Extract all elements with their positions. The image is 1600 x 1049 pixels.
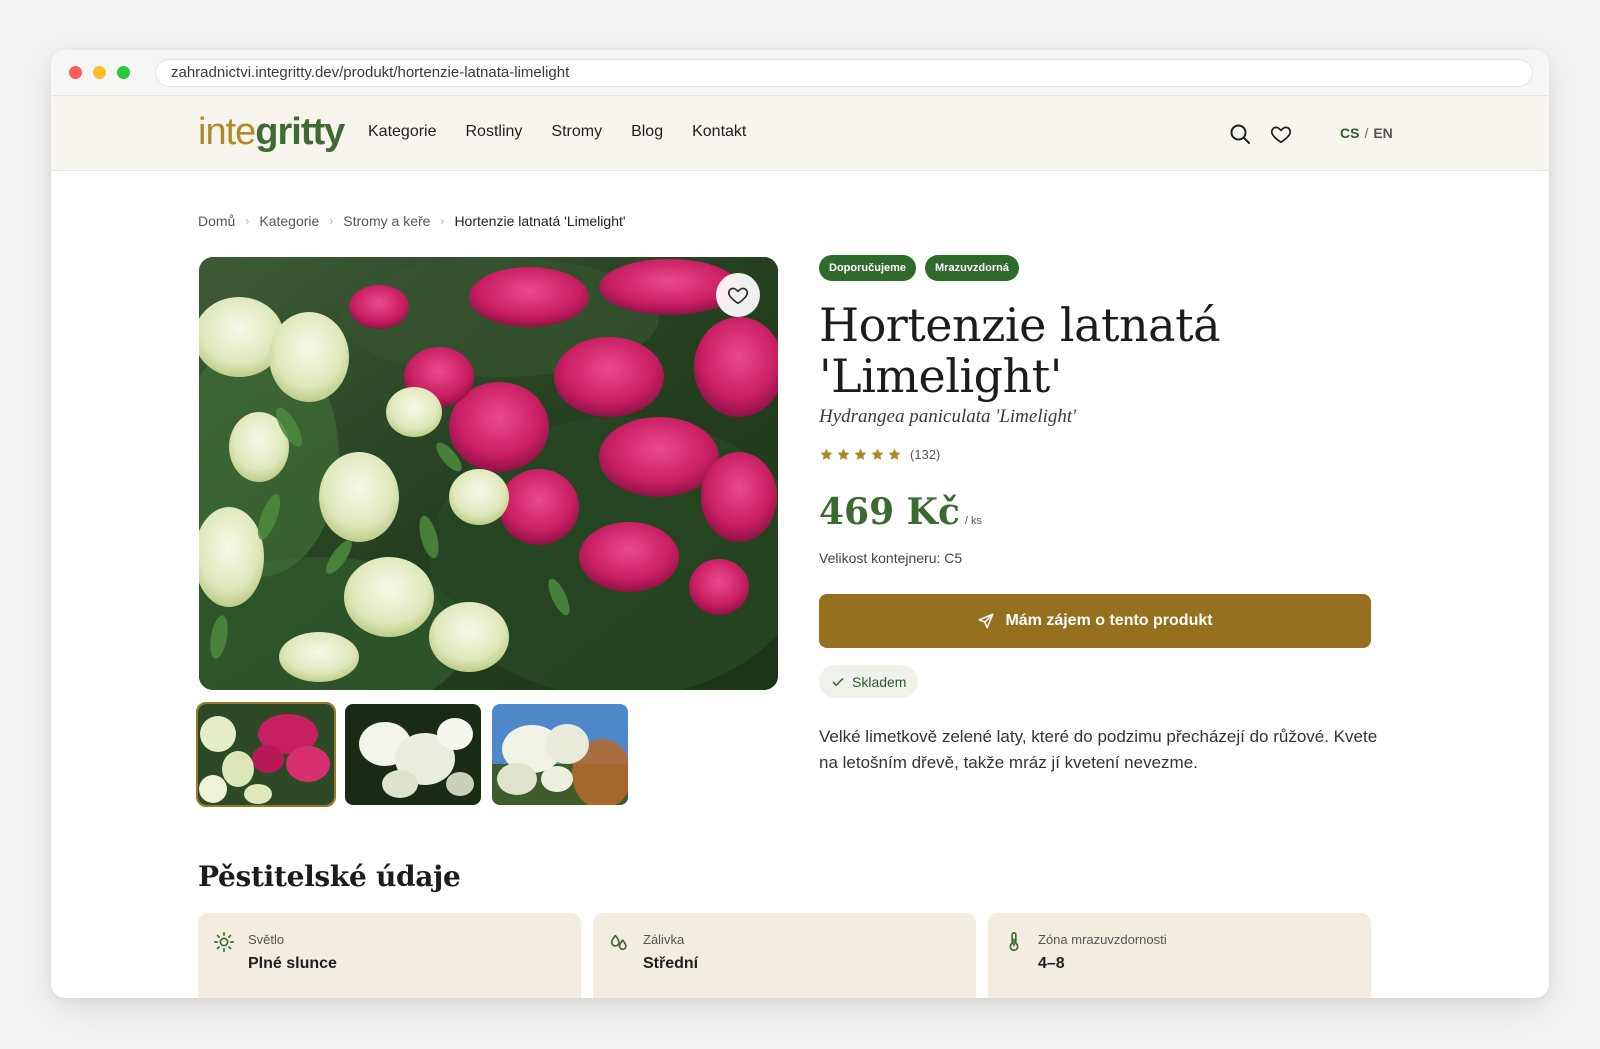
inquiry-button[interactable]: Mám zájem o tento produkt xyxy=(819,594,1371,648)
info-card-light: Světlo Plné slunce xyxy=(198,913,581,998)
price-unit: / ks xyxy=(964,515,983,527)
chevron-right-icon: › xyxy=(245,214,250,228)
badge-recommended: Doporučujeme xyxy=(819,255,917,281)
star-icon xyxy=(888,448,901,460)
thumbnail-3[interactable] xyxy=(492,704,628,805)
growing-info-title: Pěstitelské údaje xyxy=(198,860,461,893)
rating-stars xyxy=(819,447,902,462)
product-main-image[interactable] xyxy=(199,257,778,690)
heart-icon[interactable] xyxy=(1270,123,1292,145)
info-card-label: Světlo xyxy=(248,932,285,947)
heart-icon xyxy=(727,287,749,305)
breadcrumb: Domů › Kategorie › Stromy a keře › Horte… xyxy=(198,213,626,229)
info-card-value: Plné slunce xyxy=(248,955,337,972)
chevron-right-icon: › xyxy=(440,214,445,228)
stock-status-label: Skladem xyxy=(852,673,907,690)
maximize-window-button[interactable] xyxy=(117,66,130,79)
minimize-window-button[interactable] xyxy=(93,66,106,79)
browser-window: zahradnictvi.integritty.dev/produkt/hort… xyxy=(51,50,1549,998)
info-card-label: Zóna mrazuvzdornosti xyxy=(1038,932,1167,947)
product-price: 469 Kč / ks xyxy=(819,491,982,533)
breadcrumb-kategorie[interactable]: Kategorie xyxy=(259,213,319,229)
add-to-favorites-button[interactable] xyxy=(716,273,760,317)
product-description: Velké limetkově zelené laty, které do po… xyxy=(819,727,1378,772)
nav-kategorie[interactable]: Kategorie xyxy=(368,122,437,142)
product-badges: Doporučujeme Mrazuvzdorná xyxy=(819,255,1019,281)
browser-chrome: zahradnictvi.integritty.dev/produkt/hort… xyxy=(51,50,1549,96)
badge-frost-resistant: Mrazuvzdorná xyxy=(925,255,1019,281)
breadcrumb-current: Hortenzie latnatá 'Limelight' xyxy=(454,213,626,229)
thumbnail-2[interactable] xyxy=(345,704,481,805)
thermometer-icon xyxy=(1003,931,1025,953)
inquiry-button-label: Mám zájem o tento produkt xyxy=(1005,612,1213,629)
product-rating[interactable]: (132) xyxy=(819,447,940,462)
water-drops-icon xyxy=(608,931,630,953)
main-nav: Kategorie Rostliny Stromy Blog Kontakt xyxy=(368,122,775,142)
language-switcher: CS / EN xyxy=(1340,125,1393,141)
thumbnail-1[interactable] xyxy=(196,702,336,807)
info-card-value: 4–8 xyxy=(1038,955,1065,972)
container-size: Velikost kontejneru: C5 xyxy=(819,550,963,566)
lang-cs[interactable]: CS xyxy=(1340,125,1359,141)
rating-count: (132) xyxy=(910,447,941,462)
address-bar[interactable]: zahradnictvi.integritty.dev/produkt/hort… xyxy=(155,59,1533,87)
breadcrumb-home[interactable]: Domů xyxy=(198,213,235,229)
nav-stromy[interactable]: Stromy xyxy=(551,122,602,142)
send-icon xyxy=(978,613,994,629)
site-header: integritty Kategorie Rostliny Stromy Blo… xyxy=(51,96,1549,171)
chevron-right-icon: › xyxy=(329,214,334,228)
logo-text-part1: inte xyxy=(198,111,256,153)
star-icon xyxy=(820,448,833,460)
check-icon xyxy=(832,677,844,686)
nav-kontakt[interactable]: Kontakt xyxy=(692,122,746,142)
lang-en[interactable]: EN xyxy=(1373,125,1392,141)
search-icon[interactable] xyxy=(1229,123,1251,145)
lang-separator: / xyxy=(1364,125,1369,141)
star-icon xyxy=(837,448,850,460)
close-window-button[interactable] xyxy=(69,66,82,79)
star-icon xyxy=(871,448,884,460)
info-card-hardiness-zone: Zóna mrazuvzdornosti 4–8 xyxy=(988,913,1371,998)
stock-status-badge: Skladem xyxy=(819,665,919,698)
info-card-watering: Zálivka Střední xyxy=(593,913,976,998)
breadcrumb-stromy-a-kere[interactable]: Stromy a keře xyxy=(343,213,430,229)
info-card-value: Střední xyxy=(643,955,699,972)
product-title: Hortenzie latnatá 'Limelight' xyxy=(819,298,1221,403)
info-card-label: Zálivka xyxy=(643,932,685,947)
sun-icon xyxy=(213,931,235,953)
price-amount: 469 Kč xyxy=(819,491,960,533)
logo[interactable]: integritty xyxy=(198,111,345,153)
nav-rostliny[interactable]: Rostliny xyxy=(466,122,523,142)
nav-blog[interactable]: Blog xyxy=(631,122,663,142)
star-icon xyxy=(854,448,867,460)
logo-text-part2: gritty xyxy=(255,111,345,153)
product-latin-name: Hydrangea paniculata 'Limelight' xyxy=(819,406,1077,427)
